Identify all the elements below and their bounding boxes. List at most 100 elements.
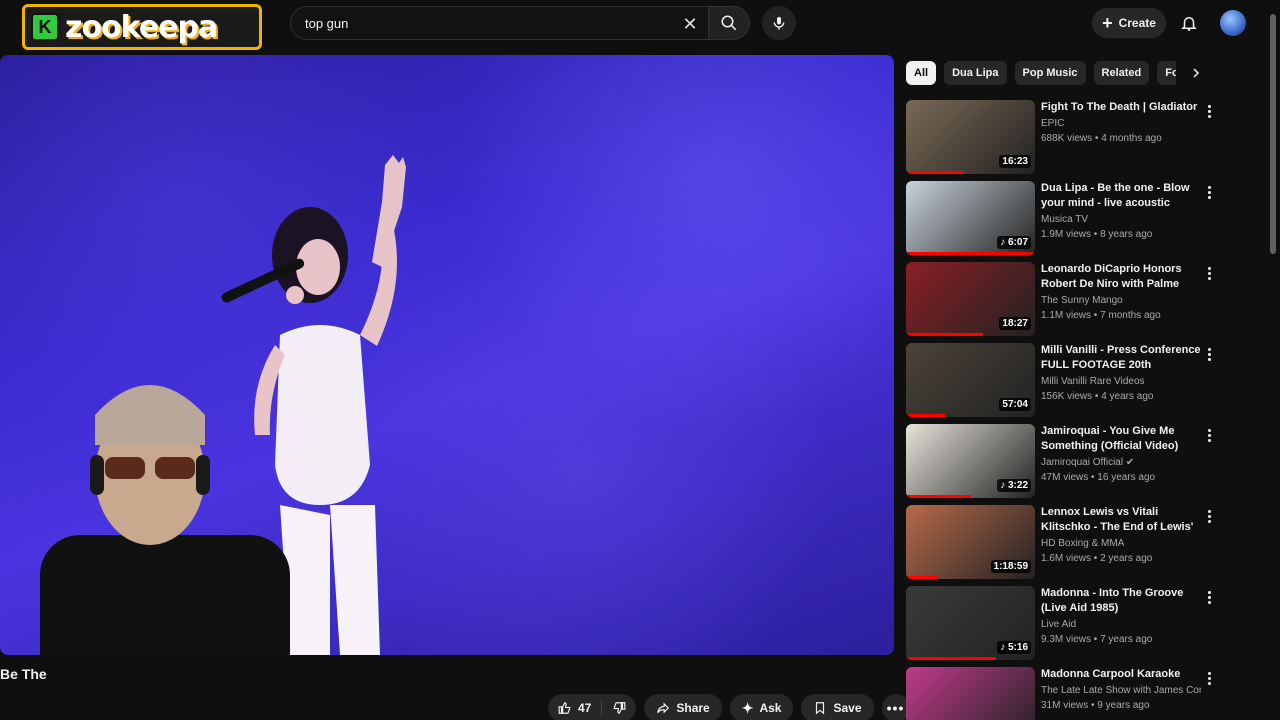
video-title-link[interactable]: Milli Vanilli - Press Conference FULL FO… <box>1041 343 1201 373</box>
related-video-item[interactable]: ♪ 3:22 Jamiroquai - You Give Me Something… <box>906 424 1226 505</box>
chip-pop-music[interactable]: Pop Music <box>1014 61 1086 85</box>
related-video-item[interactable]: ♪ 6:07 Dua Lipa - Be the one - Blow your … <box>906 181 1226 262</box>
channel-name[interactable]: Live Aid <box>1041 617 1201 632</box>
channel-name[interactable]: HD Boxing & MMA <box>1041 536 1201 551</box>
chip-for-you[interactable]: For <box>1157 61 1176 85</box>
related-video-item[interactable]: 18:27 Leonardo DiCaprio Honors Robert De … <box>906 262 1226 343</box>
video-duration: 18:27 <box>999 317 1031 330</box>
watch-progress-bar <box>906 495 971 498</box>
music-note-icon: ♪ <box>1000 480 1008 491</box>
page-scrollbar[interactable] <box>1270 14 1276 254</box>
related-video-item[interactable]: ♪ 5:16 Madonna - Into The Groove (Live Ai… <box>906 586 1226 667</box>
channel-name[interactable]: Milli Vanilli Rare Videos <box>1041 374 1201 389</box>
clear-search-icon[interactable]: ✕ <box>679 13 701 35</box>
video-thumbnail[interactable]: ♪ 3:22 <box>906 424 1035 498</box>
channel-name[interactable]: The Sunny Mango <box>1041 293 1201 308</box>
video-stats: 9.3M views • 7 years ago <box>1041 634 1153 645</box>
channel-name[interactable]: EPIC <box>1041 116 1201 131</box>
more-vertical-icon[interactable] <box>1202 588 1216 606</box>
chip-related[interactable]: Related <box>1093 61 1150 85</box>
video-title: Be The <box>0 666 47 682</box>
video-duration: ♪ 3:22 <box>997 479 1031 492</box>
like-count: 47 <box>578 701 592 715</box>
video-meta: Lennox Lewis vs Vitali Klitschko - The E… <box>1041 505 1201 566</box>
filter-chips: All Dua Lipa Pop Music Related For <box>906 61 1176 85</box>
related-video-item[interactable]: 57:04 Milli Vanilli - Press Conference FU… <box>906 343 1226 424</box>
streamer-webcam <box>40 385 290 655</box>
logo-badge: K <box>31 13 59 41</box>
save-label: Save <box>833 701 862 715</box>
video-thumbnail[interactable]: ♪ 5:16 <box>906 586 1035 660</box>
chips-next-button[interactable] <box>1184 61 1208 85</box>
save-button[interactable]: Save <box>801 694 874 720</box>
chip-all[interactable]: All <box>906 61 937 85</box>
video-title-link[interactable]: Leonardo DiCaprio Honors Robert De Niro … <box>1041 262 1201 292</box>
watch-progress-bar <box>906 657 997 660</box>
video-title-link[interactable]: Jamiroquai - You Give Me Something (Offi… <box>1041 424 1201 454</box>
video-title-link[interactable]: Fight To The Death | Gladiator <box>1041 100 1201 115</box>
create-button[interactable]: + Create <box>1092 8 1166 38</box>
more-vertical-icon[interactable] <box>1202 183 1216 201</box>
channel-name[interactable]: Musica TV <box>1041 212 1201 227</box>
chip-dua-lipa[interactable]: Dua Lipa <box>944 61 1007 85</box>
video-meta: Dua Lipa - Be the one - Blow your mind -… <box>1041 181 1201 242</box>
related-video-item[interactable]: 16:23 Fight To The Death | Gladiator EPIC 6… <box>906 100 1226 181</box>
notifications-button[interactable] <box>1176 10 1202 36</box>
like-dislike-group: 47 <box>548 694 637 720</box>
video-meta: Milli Vanilli - Press Conference FULL FO… <box>1041 343 1201 404</box>
more-vertical-icon[interactable] <box>1202 669 1216 687</box>
video-player[interactable] <box>0 55 894 655</box>
video-thumbnail[interactable]: 1:18:59 <box>906 505 1035 579</box>
thumbs-up-icon <box>558 701 571 714</box>
logo-text: zookeepa <box>65 9 218 45</box>
video-thumbnail[interactable]: 16:23 <box>906 100 1035 174</box>
channel-name-text: Live Aid <box>1041 619 1077 630</box>
channel-name-text: HD Boxing & MMA <box>1041 538 1125 549</box>
channel-logo[interactable]: K zookeepa <box>22 4 262 50</box>
more-vertical-icon[interactable] <box>1202 345 1216 363</box>
channel-name-text: Milli Vanilli Rare Videos <box>1041 376 1145 387</box>
ask-button[interactable]: ✦ Ask <box>729 694 794 720</box>
video-meta: Leonardo DiCaprio Honors Robert De Niro … <box>1041 262 1201 323</box>
like-button[interactable]: 47 <box>548 694 601 720</box>
voice-search-button[interactable] <box>762 6 796 40</box>
search-icon <box>721 15 737 31</box>
video-title-link[interactable]: Dua Lipa - Be the one - Blow your mind -… <box>1041 181 1201 211</box>
channel-name-text: The Sunny Mango <box>1041 295 1123 306</box>
video-title-link[interactable]: Madonna - Into The Groove (Live Aid 1985… <box>1041 586 1201 616</box>
search-button[interactable] <box>708 6 750 40</box>
more-vertical-icon[interactable] <box>1202 264 1216 282</box>
watch-progress-bar <box>906 171 965 174</box>
video-meta: Madonna Carpool Karaoke The Late Late Sho… <box>1041 667 1201 713</box>
video-thumbnail[interactable] <box>906 667 1035 720</box>
dislike-button[interactable] <box>602 694 636 720</box>
video-title-link[interactable]: Madonna Carpool Karaoke <box>1041 667 1201 682</box>
related-video-item[interactable]: 1:18:59 Lennox Lewis vs Vitali Klitschko … <box>906 505 1226 586</box>
video-duration: ♪ 5:16 <box>997 641 1031 654</box>
video-meta: Fight To The Death | Gladiator EPIC 688K v… <box>1041 100 1201 146</box>
share-button[interactable]: Share <box>644 694 722 720</box>
top-bar: K zookeepa ✕ + Create <box>0 0 1280 50</box>
video-title-link[interactable]: Lennox Lewis vs Vitali Klitschko - The E… <box>1041 505 1201 535</box>
video-stats: 688K views • 4 months ago <box>1041 133 1162 144</box>
channel-name[interactable]: The Late Late Show with James Corden ✔ <box>1041 683 1201 698</box>
channel-name[interactable]: Jamiroquai Official ✔ <box>1041 455 1201 470</box>
video-stats: 1.9M views • 8 years ago <box>1041 229 1153 240</box>
video-stats: 47M views • 16 years ago <box>1041 472 1156 483</box>
share-label: Share <box>676 701 710 715</box>
more-vertical-icon[interactable] <box>1202 426 1216 444</box>
video-thumbnail[interactable]: ♪ 6:07 <box>906 181 1035 255</box>
account-avatar[interactable] <box>1220 10 1246 36</box>
search-input[interactable] <box>305 15 665 31</box>
video-thumbnail[interactable]: 18:27 <box>906 262 1035 336</box>
more-vertical-icon[interactable] <box>1202 102 1216 120</box>
video-stats: 156K views • 4 years ago <box>1041 391 1154 402</box>
channel-name-text: EPIC <box>1041 118 1065 129</box>
channel-name-text: The Late Late Show with James Corden <box>1041 685 1201 696</box>
more-vertical-icon[interactable] <box>1202 507 1216 525</box>
microphone-icon <box>773 17 785 30</box>
video-duration: 57:04 <box>999 398 1031 411</box>
video-thumbnail[interactable]: 57:04 <box>906 343 1035 417</box>
plus-icon: + <box>1102 13 1113 33</box>
related-video-item[interactable]: Madonna Carpool Karaoke The Late Late Sho… <box>906 667 1226 720</box>
